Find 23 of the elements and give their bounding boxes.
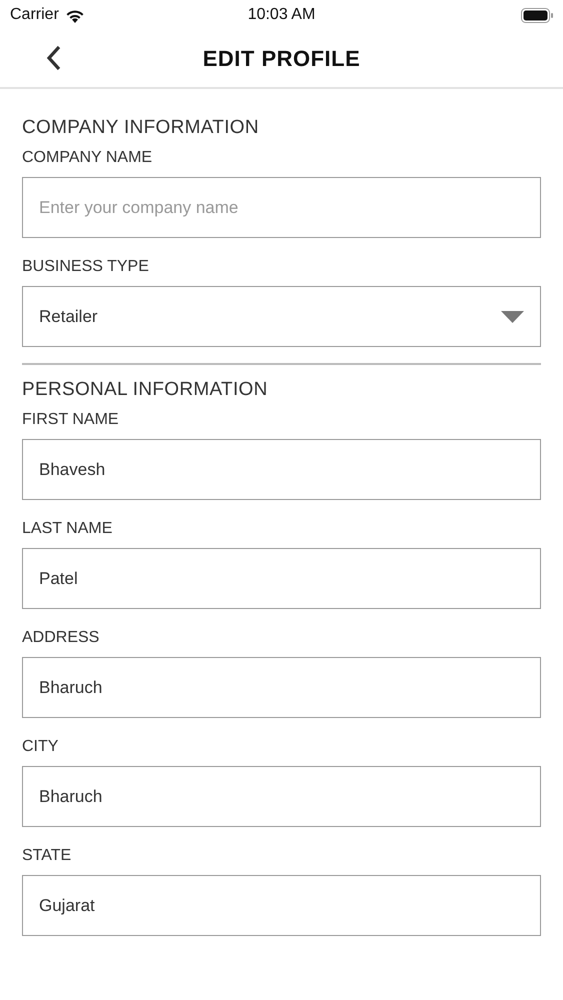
field-label: COMPANY NAME — [22, 149, 154, 167]
field-label: LAST NAME — [22, 520, 114, 538]
field-label: STATE — [22, 847, 72, 865]
input-field[interactable]: Gujarat — [22, 875, 541, 936]
section-heading: COMPANY INFORMATION — [22, 117, 260, 139]
battery-icon — [521, 8, 553, 22]
input-field[interactable]: Enter your company name — [22, 177, 541, 238]
field-label: CITY — [22, 738, 60, 756]
dropdown-field[interactable]: Retailer — [22, 286, 541, 347]
clock-time: 10:03 AM — [248, 6, 316, 24]
field-label: ADDRESS — [22, 629, 100, 647]
field-label: FIRST NAME — [22, 411, 120, 429]
back-icon — [46, 45, 62, 71]
carrier-name: Carrier — [10, 6, 59, 24]
input-field[interactable]: Patel — [22, 548, 541, 609]
dropdown-caret-icon — [501, 310, 524, 322]
input-field[interactable]: Bharuch — [22, 766, 541, 827]
screen-title: EDIT PROFILE — [202, 46, 360, 72]
wifi-icon — [64, 8, 85, 22]
field-label: BUSINESS TYPE — [22, 258, 150, 276]
input-field[interactable]: Bhavesh — [22, 439, 541, 500]
input-field[interactable]: Bharuch — [22, 657, 541, 718]
section-heading: PERSONAL INFORMATION — [22, 379, 269, 401]
